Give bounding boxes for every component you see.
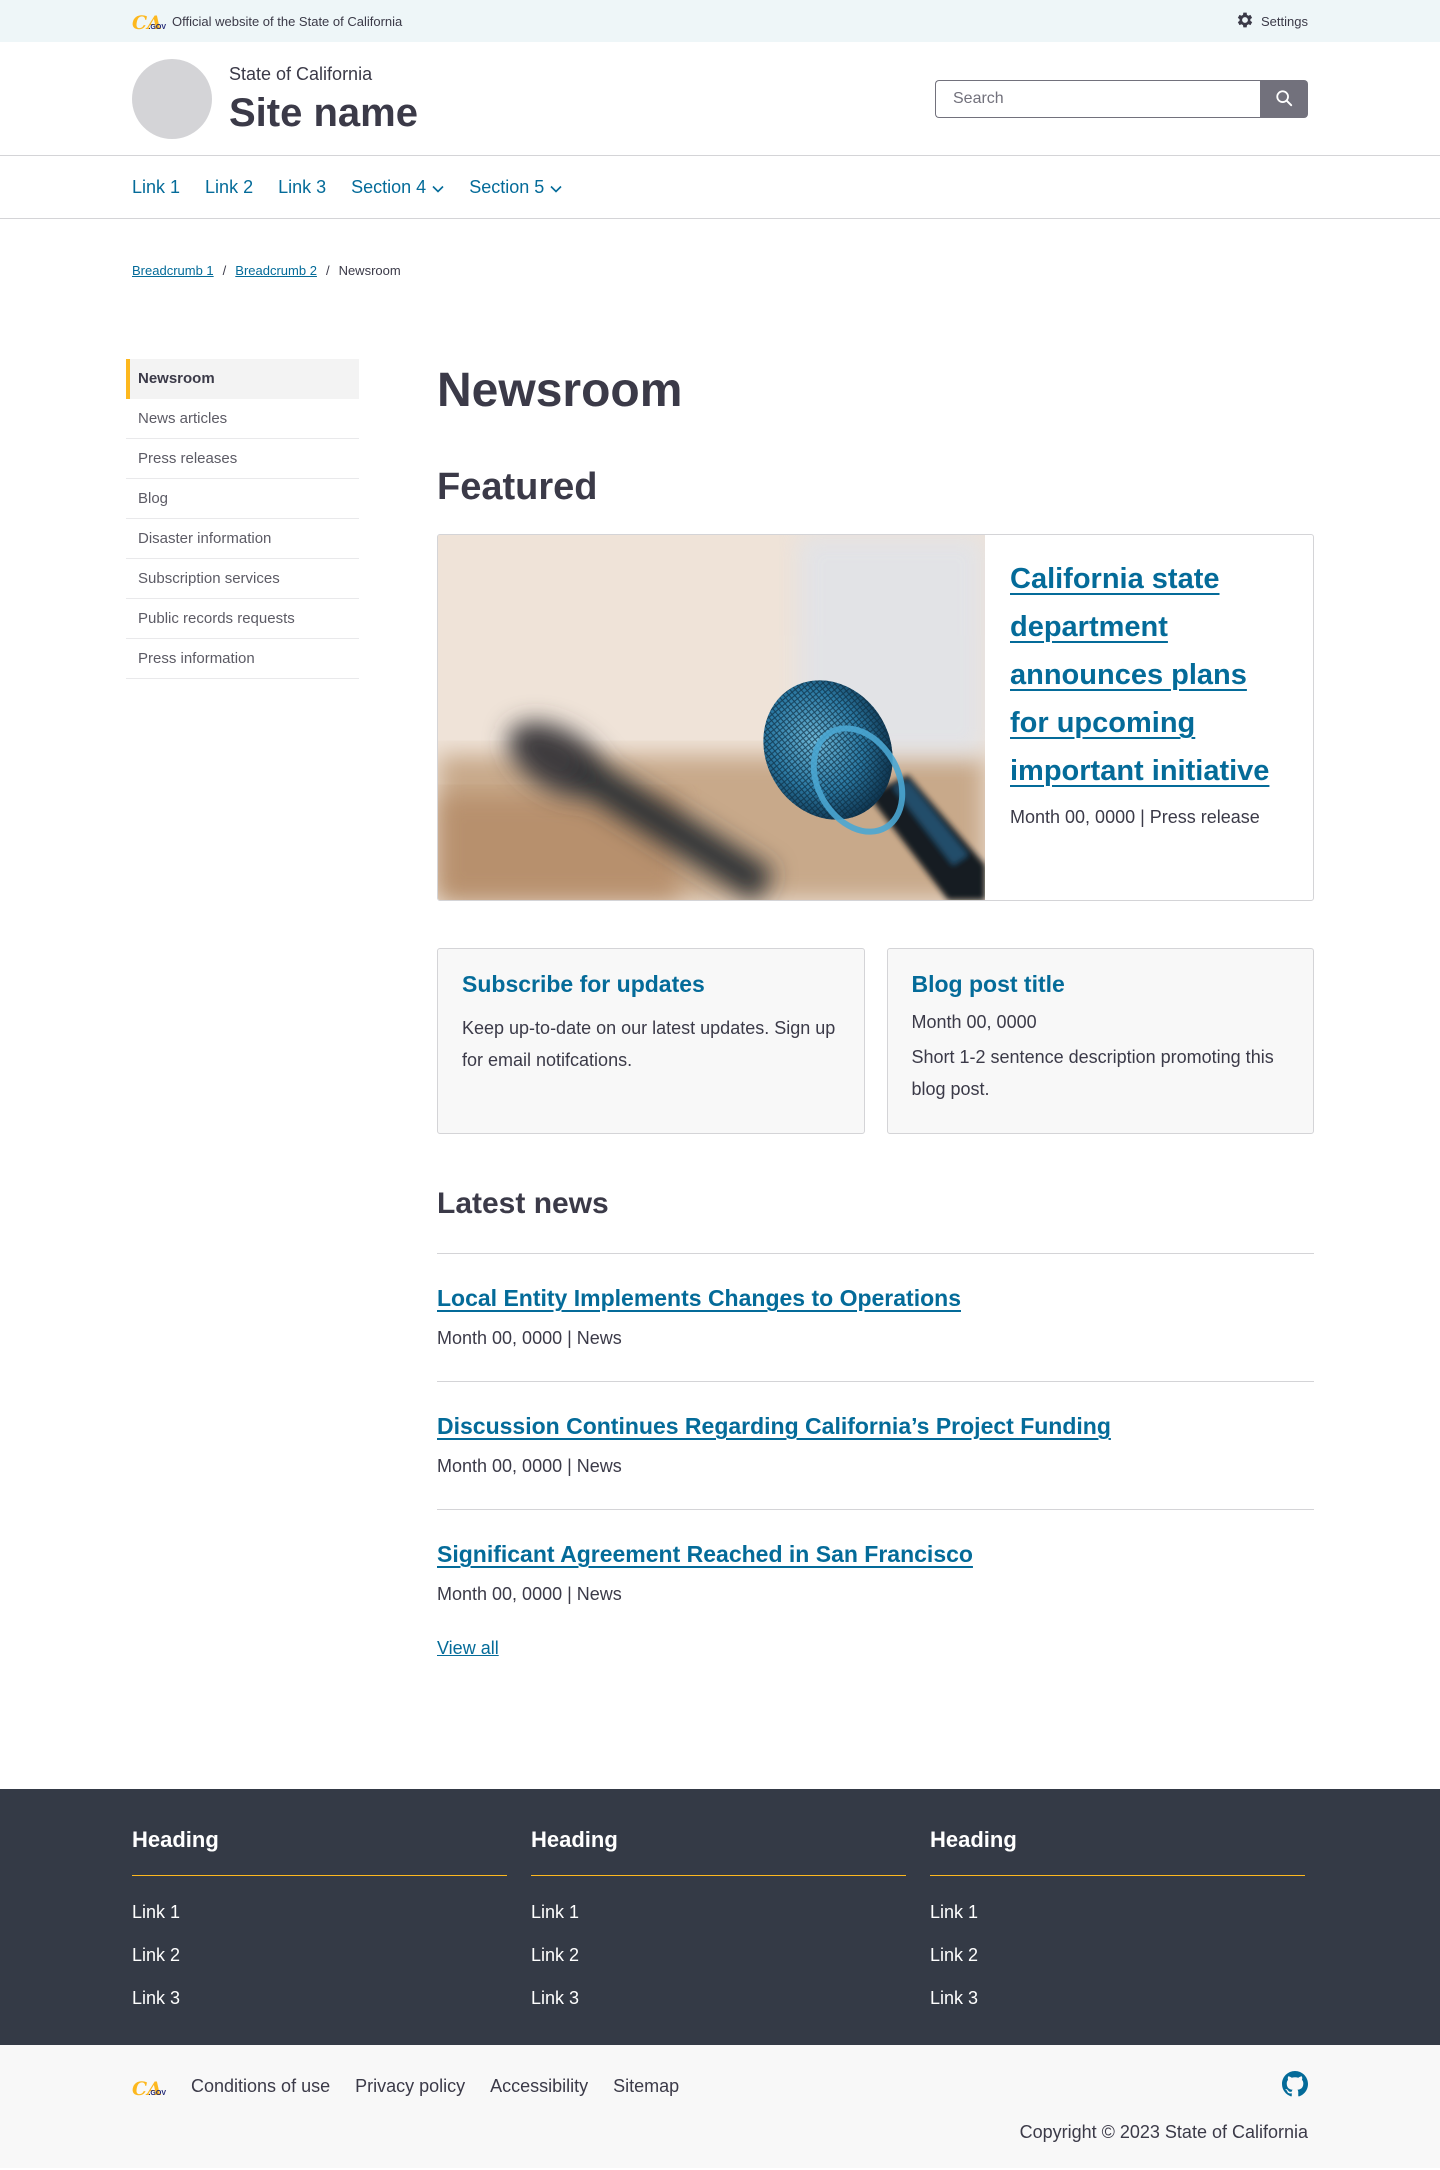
footer-column-3: Heading Link 1 Link 2 Link 3 [930,1827,1305,2009]
official-website-text: Official website of the State of Califor… [172,13,403,29]
footer-link[interactable]: Link 1 [531,1902,906,1923]
nav-section-4[interactable]: Section 4 [351,177,444,198]
footer-heading: Heading [132,1827,507,1876]
settings-label: Settings [1261,13,1308,29]
nav-link-3[interactable]: Link 3 [278,177,326,198]
nav-link-label: Link 2 [205,177,254,197]
nav-link-1[interactable]: Link 1 [132,177,180,198]
nav-link-label: Link 1 [132,177,181,197]
news-item-meta: Month 00, 0000 | News [437,1328,622,1348]
search-form [935,80,1308,118]
breadcrumb: Breadcrumb 1 / Breadcrumb 2 / Newsroom [132,219,1308,359]
featured-article-link[interactable]: California state department announces pl… [1010,563,1269,787]
breadcrumb-link-1[interactable]: Breadcrumb 1 [132,263,214,278]
cagov-logo-gov: .GOV [148,2089,166,2097]
card-date: Month 00, 0000 [911,1012,1037,1032]
accessibility-link[interactable]: Accessibility [490,2076,588,2097]
main-content: Newsroom Featured California state depar… [437,359,1314,1789]
news-item-link[interactable]: Discussion Continues Regarding Californi… [437,1413,1111,1439]
site-logo [132,59,212,139]
main-navigation: Link 1 Link 2 Link 3 Section 4 Section 5 [0,156,1440,219]
cagov-logo[interactable]: CA .GOV [132,9,166,33]
branding-header: State of California Site name [0,42,1440,156]
sidenav-item-blog[interactable]: Blog [126,479,359,519]
news-item-link[interactable]: Significant Agreement Reached in San Fra… [437,1541,973,1567]
sidenav-item-public-records-requests[interactable]: Public records requests [126,599,359,639]
site-name: Site name [229,90,418,135]
nav-link-2[interactable]: Link 2 [205,177,253,198]
footer-column-2: Heading Link 1 Link 2 Link 3 [531,1827,906,2009]
footer-heading: Heading [930,1827,1305,1876]
footer-heading: Heading [531,1827,906,1876]
breadcrumb-link-2[interactable]: Breadcrumb 2 [235,263,317,278]
gear-icon [1235,10,1255,33]
card-body: Short 1-2 sentence description promoting… [911,1047,1274,1099]
footer-link[interactable]: Link 2 [930,1945,1305,1966]
sidenav-item-press-releases[interactable]: Press releases [126,439,359,479]
card-title[interactable]: Blog post title [912,971,1290,998]
latest-news-heading: Latest news [437,1187,609,1220]
chevron-down-icon [432,177,444,198]
footer-link[interactable]: Link 3 [132,1988,507,2009]
featured-article: California state department announces pl… [437,534,1314,901]
breadcrumb-current: Newsroom [338,263,401,278]
site-branding[interactable]: State of California Site name [132,59,418,139]
sidenav-item-press-information[interactable]: Press information [126,639,359,679]
page-layout: Newsroom News articles Press releases Bl… [126,359,1314,1789]
footer-link[interactable]: Link 1 [930,1902,1305,1923]
side-navigation: Newsroom News articles Press releases Bl… [126,359,359,1789]
chevron-down-icon [550,177,562,198]
search-icon [1275,89,1293,110]
card-body: Keep up-to-date on our latest updates. S… [462,1018,836,1070]
conditions-of-use-link[interactable]: Conditions of use [191,2076,330,2097]
sidenav-item-disaster-information[interactable]: Disaster information [126,519,359,559]
news-item-link[interactable]: Local Entity Implements Changes to Opera… [437,1285,961,1311]
state-name: State of California [229,63,373,84]
privacy-policy-link[interactable]: Privacy policy [355,2076,465,2097]
github-icon[interactable] [1282,2071,1308,2102]
nav-section-label: Section 5 [469,177,545,197]
footer-link[interactable]: Link 1 [132,1902,507,1923]
site-bottom-bar: CA .GOV Conditions of use Privacy policy… [0,2045,1440,2168]
copyright-text: Copyright © 2023 State of California [1019,2122,1308,2142]
sitemap-link[interactable]: Sitemap [613,2076,679,2097]
sidenav-item-subscription-services[interactable]: Subscription services [126,559,359,599]
card-title[interactable]: Subscribe for updates [462,971,840,998]
utility-header: CA .GOV Official website of the State of… [0,0,1440,42]
cagov-logo[interactable]: CA .GOV [132,2075,166,2099]
sidenav-item-newsroom[interactable]: Newsroom [126,359,359,399]
subscribe-card[interactable]: Subscribe for updates Keep up-to-date on… [437,948,865,1134]
footer-column-1: Heading Link 1 Link 2 Link 3 [132,1827,507,2009]
list-item: Significant Agreement Reached in San Fra… [437,1510,1314,1638]
cagov-logo-gov: .GOV [148,24,166,31]
view-all-link[interactable]: View all [437,1638,499,1659]
breadcrumb-separator: / [222,263,227,278]
search-button[interactable] [1260,80,1308,118]
list-item: Discussion Continues Regarding Californi… [437,1382,1314,1510]
page-title: Newsroom [437,364,683,417]
nav-section-5[interactable]: Section 5 [469,177,562,198]
blog-post-card[interactable]: Blog post title Month 00, 0000 Short 1-2… [886,948,1314,1134]
promo-cards: Subscribe for updates Keep up-to-date on… [437,948,1314,1134]
nav-link-label: Link 3 [278,177,327,197]
news-item-meta: Month 00, 0000 | News [437,1584,622,1604]
footer-link[interactable]: Link 2 [132,1945,507,1966]
settings-button[interactable]: Settings [1235,10,1308,33]
sidenav-item-news-articles[interactable]: News articles [126,399,359,439]
featured-article-meta: Month 00, 0000 | Press release [1010,807,1260,827]
site-footer: Heading Link 1 Link 2 Link 3 Heading Lin… [0,1789,1440,2045]
footer-link[interactable]: Link 2 [531,1945,906,1966]
microphone-photo [438,535,985,900]
list-item: Local Entity Implements Changes to Opera… [437,1254,1314,1382]
nav-section-label: Section 4 [351,177,427,197]
footer-link[interactable]: Link 3 [531,1988,906,2009]
search-input[interactable] [935,80,1260,118]
footer-link[interactable]: Link 3 [930,1988,1305,2009]
latest-news-list: Local Entity Implements Changes to Opera… [437,1253,1314,1638]
news-item-meta: Month 00, 0000 | News [437,1456,622,1476]
featured-heading: Featured [437,466,598,508]
breadcrumb-separator: / [325,263,330,278]
